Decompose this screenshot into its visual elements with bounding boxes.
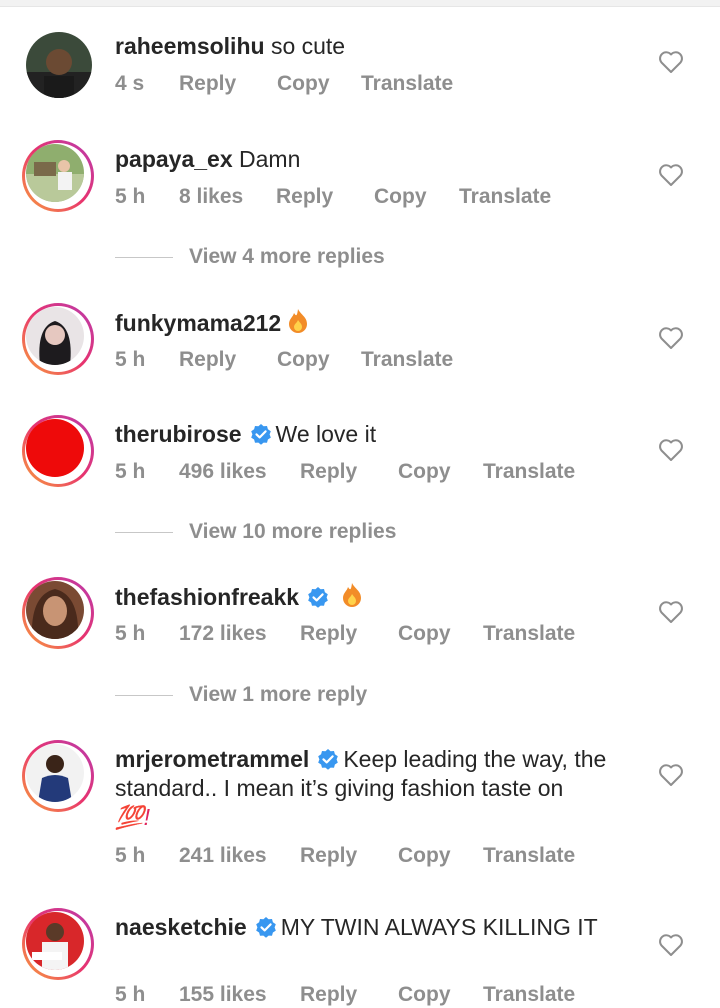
- timestamp: 4 s: [115, 72, 145, 95]
- reply-button[interactable]: Reply: [300, 459, 357, 485]
- timestamp: 5 h: [115, 983, 146, 1006]
- avatar[interactable]: [22, 740, 94, 812]
- view-more-replies[interactable]: View 4 more replies: [115, 244, 515, 270]
- copy-button[interactable]: Copy: [277, 347, 330, 373]
- likes-count[interactable]: 241 likes: [179, 843, 267, 869]
- copy-button[interactable]: Copy: [277, 71, 330, 97]
- profile-photo: [26, 419, 84, 477]
- reply-button[interactable]: Reply: [300, 982, 357, 1008]
- comment-text: Keep leading the way, the: [343, 746, 607, 772]
- copy-button[interactable]: Copy: [398, 843, 451, 869]
- reply-button[interactable]: Reply: [276, 184, 333, 210]
- avatar[interactable]: [22, 908, 94, 980]
- timestamp: 5 h: [115, 844, 146, 867]
- copy-button[interactable]: Copy: [398, 459, 451, 485]
- username[interactable]: thefashionfreakk: [115, 584, 299, 610]
- reply-button[interactable]: Reply: [179, 71, 236, 97]
- copy-button[interactable]: Copy: [374, 184, 427, 210]
- heart-icon[interactable]: [658, 933, 684, 957]
- heart-icon[interactable]: [658, 600, 684, 624]
- avatar[interactable]: [22, 140, 94, 212]
- username[interactable]: raheemsolihu: [115, 33, 265, 59]
- profile-photo: [26, 581, 84, 639]
- heart-icon[interactable]: [658, 50, 684, 74]
- likes-count[interactable]: 496 likes: [179, 459, 267, 485]
- comment-line: funkymama212: [115, 308, 630, 338]
- translate-button[interactable]: Translate: [483, 843, 575, 869]
- username[interactable]: therubirose: [115, 421, 242, 447]
- reply-button[interactable]: Reply: [179, 347, 236, 373]
- username[interactable]: papaya_ex: [115, 146, 233, 172]
- verified-badge-icon: [317, 748, 339, 770]
- heart-icon[interactable]: [658, 163, 684, 187]
- profile-photo: [26, 144, 84, 202]
- comment-line: thefashionfreakk: [115, 582, 630, 612]
- profile-photo: [26, 307, 84, 365]
- timestamp: 5 h: [115, 460, 146, 483]
- view-more-replies-label[interactable]: View 1 more reply: [189, 682, 367, 708]
- avatar[interactable]: [22, 415, 94, 487]
- view-more-replies[interactable]: View 10 more replies: [115, 519, 515, 545]
- comment-text: so cute: [270, 33, 346, 59]
- verified-badge-icon: [250, 423, 272, 445]
- translate-button[interactable]: Translate: [361, 71, 453, 97]
- comment-line: papaya_ex Damn: [115, 145, 630, 174]
- reply-button[interactable]: Reply: [300, 621, 357, 647]
- divider: [115, 532, 173, 533]
- translate-button[interactable]: Translate: [361, 347, 453, 373]
- comment-text: 💯!: [115, 804, 151, 830]
- avatar[interactable]: [22, 577, 94, 649]
- translate-button[interactable]: Translate: [483, 982, 575, 1008]
- copy-button[interactable]: Copy: [398, 621, 451, 647]
- username[interactable]: funkymama212: [115, 310, 281, 336]
- likes-count[interactable]: 172 likes: [179, 621, 267, 647]
- divider: [115, 257, 173, 258]
- profile-photo: [26, 744, 84, 802]
- comment-text: We love it: [275, 421, 377, 447]
- comment-text: standard.. I mean it’s giving fashion ta…: [115, 775, 564, 801]
- comment-line: raheemsolihu so cute: [115, 32, 630, 61]
- verified-badge-icon: [307, 586, 329, 608]
- profile-photo: [26, 912, 84, 970]
- heart-icon[interactable]: [658, 438, 684, 462]
- translate-button[interactable]: Translate: [483, 621, 575, 647]
- profile-photo: [26, 32, 92, 98]
- translate-button[interactable]: Translate: [483, 459, 575, 485]
- verified-badge-icon: [255, 916, 277, 938]
- divider: [115, 695, 173, 696]
- view-more-replies-label[interactable]: View 10 more replies: [189, 519, 396, 545]
- fire-emoji: [341, 582, 363, 608]
- timestamp: 5 h: [115, 348, 146, 371]
- username[interactable]: mrjerometrammel: [115, 746, 309, 772]
- username[interactable]: naesketchie: [115, 914, 247, 940]
- fire-emoji: [287, 308, 309, 334]
- copy-button[interactable]: Copy: [398, 982, 451, 1008]
- top-divider: [0, 0, 720, 7]
- view-more-replies[interactable]: View 1 more reply: [115, 682, 515, 708]
- avatar[interactable]: [22, 303, 94, 375]
- heart-icon[interactable]: [658, 763, 684, 787]
- comment-text: MY TWIN ALWAYS KILLING IT: [280, 914, 598, 940]
- comment-line: mrjerometrammel Keep leading the way, the…: [115, 745, 630, 832]
- likes-count[interactable]: 8 likes: [179, 184, 243, 210]
- heart-icon[interactable]: [658, 326, 684, 350]
- view-more-replies-label[interactable]: View 4 more replies: [189, 244, 385, 270]
- likes-count[interactable]: 155 likes: [179, 982, 267, 1008]
- reply-button[interactable]: Reply: [300, 843, 357, 869]
- translate-button[interactable]: Translate: [459, 184, 551, 210]
- comment-line: naesketchie MY TWIN ALWAYS KILLING IT: [115, 913, 630, 942]
- timestamp: 5 h: [115, 185, 146, 208]
- timestamp: 5 h: [115, 622, 146, 645]
- comment-line: therubirose We love it: [115, 420, 630, 449]
- avatar[interactable]: [26, 32, 92, 98]
- comment-text: Damn: [239, 146, 301, 172]
